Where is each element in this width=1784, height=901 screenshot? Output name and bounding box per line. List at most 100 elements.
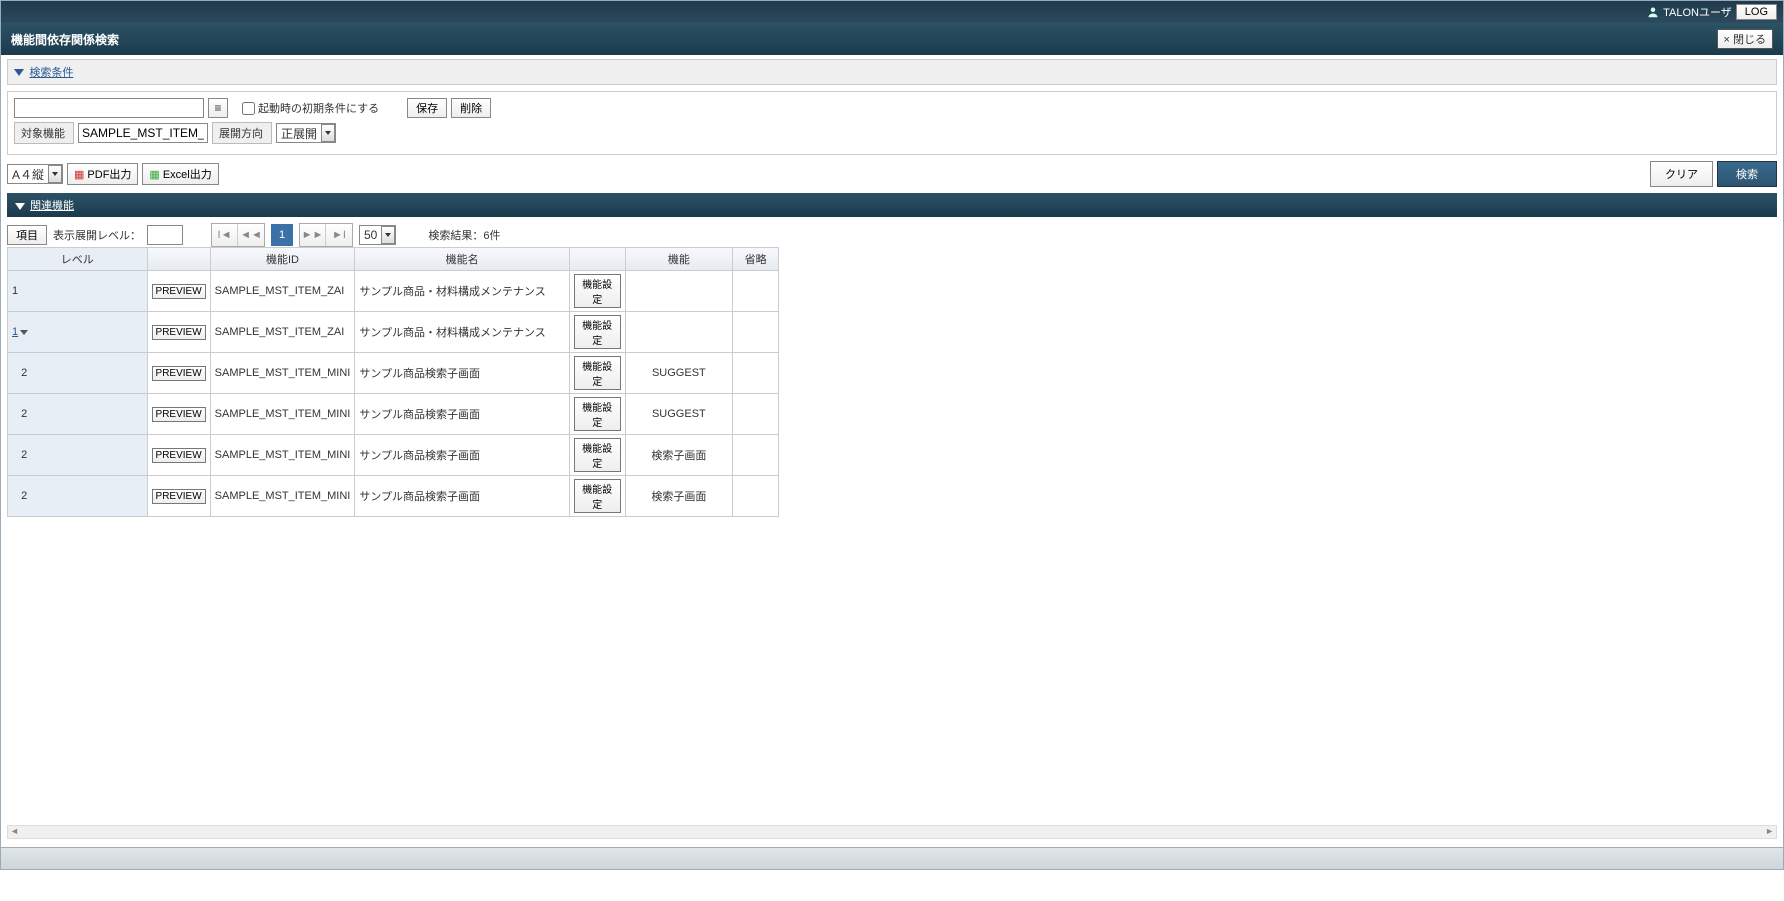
name-cell: サンプル商品検索子画面: [355, 476, 569, 517]
footer: [1, 847, 1783, 869]
preview-button[interactable]: PREVIEW: [152, 325, 206, 340]
table-row: 2 PREVIEW SAMPLE_MST_ITEM_MINIサンプル商品検索子画面機…: [8, 476, 779, 517]
startup-checkbox-label[interactable]: 起動時の初期条件にする: [242, 100, 379, 116]
abbr-cell: [733, 271, 779, 312]
level-cell: 2: [8, 435, 147, 476]
col-settings: [569, 248, 625, 271]
page-size-select[interactable]: 50: [359, 225, 396, 245]
id-cell: SAMPLE_MST_ITEM_MINI: [210, 353, 355, 394]
level-cell: 2: [8, 353, 147, 394]
paper-value: A４縦: [8, 166, 48, 183]
table-row: 1PREVIEWSAMPLE_MST_ITEM_ZAIサンプル商品・材料構成メン…: [8, 312, 779, 353]
search-section-header: 検索条件: [7, 59, 1777, 85]
log-button[interactable]: LOG: [1736, 4, 1777, 20]
settings-button[interactable]: 機能設定: [574, 274, 621, 308]
settings-button[interactable]: 機能設定: [574, 479, 621, 513]
func-cell: 検索子画面: [625, 435, 733, 476]
expand-level-input[interactable]: [147, 225, 183, 245]
name-cell: サンプル商品検索子画面: [355, 394, 569, 435]
name-cell: サンプル商品・材料構成メンテナンス: [355, 271, 569, 312]
user-icon: [1647, 6, 1659, 18]
level-cell: 2: [8, 394, 147, 435]
pager-bar: 項目 表示展開レベル： I◄ ◄◄ 1 ►► ►I 50 検索結果：6件: [7, 223, 1777, 247]
export-bar: A４縦 ▦PDF出力 ▦Excel出力 クリア 検索: [7, 161, 1777, 187]
page-number: 1: [271, 224, 293, 246]
col-func: 機能: [625, 248, 733, 271]
chevron-down-icon[interactable]: [20, 330, 28, 335]
func-cell: SUGGEST: [625, 353, 733, 394]
func-cell: [625, 312, 733, 353]
columns-button[interactable]: 項目: [7, 225, 47, 245]
preview-button[interactable]: PREVIEW: [152, 366, 206, 381]
level-cell: 2: [8, 476, 147, 517]
list-icon-button[interactable]: ≡: [208, 98, 228, 118]
direction-label: 展開方向: [212, 122, 272, 144]
func-cell: [625, 271, 733, 312]
result-count: 検索結果：6件: [428, 227, 500, 243]
page-title: 機能間依存関係検索: [11, 31, 119, 48]
startup-checkbox-text: 起動時の初期条件にする: [258, 100, 379, 116]
preview-button[interactable]: PREVIEW: [152, 407, 206, 422]
result-table-wrap: レベル 機能ID 機能名 機能 省略 1 PREVIEW SAMPLE_MST_IT…: [7, 247, 779, 517]
col-id: 機能ID: [210, 248, 355, 271]
level-expand-link[interactable]: 1: [12, 326, 18, 338]
settings-button[interactable]: 機能設定: [574, 315, 621, 349]
collapse-icon[interactable]: [14, 69, 24, 76]
abbr-cell: [733, 353, 779, 394]
settings-button[interactable]: 機能設定: [574, 397, 621, 431]
paper-select[interactable]: A４縦: [7, 164, 63, 184]
pager: I◄ ◄◄: [211, 223, 265, 247]
collapse-icon[interactable]: [15, 203, 25, 210]
chevron-down-icon[interactable]: [321, 124, 335, 142]
id-cell: SAMPLE_MST_ITEM_MINI: [210, 476, 355, 517]
id-cell: SAMPLE_MST_ITEM_ZAI: [210, 312, 355, 353]
preview-button[interactable]: PREVIEW: [152, 448, 206, 463]
table-row: 2 PREVIEW SAMPLE_MST_ITEM_MINIサンプル商品検索子画面機…: [8, 353, 779, 394]
titlebar: 機能間依存関係検索 × 閉じる: [1, 23, 1783, 55]
condition-name-input[interactable]: [14, 98, 204, 118]
excel-icon: ▦: [149, 168, 159, 181]
preview-button[interactable]: PREVIEW: [152, 489, 206, 504]
settings-button[interactable]: 機能設定: [574, 356, 621, 390]
col-preview: [147, 248, 210, 271]
id-cell: SAMPLE_MST_ITEM_ZAI: [210, 271, 355, 312]
pdf-icon: ▦: [74, 168, 84, 181]
last-page-button[interactable]: ►I: [326, 224, 352, 246]
search-button[interactable]: 検索: [1717, 161, 1777, 187]
first-page-button[interactable]: I◄: [212, 224, 238, 246]
preview-button[interactable]: PREVIEW: [152, 284, 206, 299]
target-label: 対象機能: [14, 122, 74, 144]
clear-button[interactable]: クリア: [1650, 161, 1713, 187]
excel-export-button[interactable]: ▦Excel出力: [142, 163, 218, 185]
level-cell: 1: [8, 271, 147, 312]
chevron-down-icon[interactable]: [48, 165, 62, 183]
save-button[interactable]: 保存: [407, 98, 447, 118]
name-cell: サンプル商品検索子画面: [355, 353, 569, 394]
id-cell: SAMPLE_MST_ITEM_MINI: [210, 394, 355, 435]
chevron-down-icon[interactable]: [381, 226, 395, 244]
next-page-button[interactable]: ►►: [300, 224, 326, 246]
table-row: 2PREVIEWSAMPLE_MST_ITEM_MINIサンプル商品検索子画面機…: [8, 435, 779, 476]
col-name: 機能名: [355, 248, 569, 271]
result-table: レベル 機能ID 機能名 機能 省略 1 PREVIEW SAMPLE_MST_IT…: [8, 248, 779, 517]
expand-level-label: 表示展開レベル：: [53, 227, 141, 243]
pdf-export-button[interactable]: ▦PDF出力: [67, 163, 138, 185]
direction-select[interactable]: 正展開: [276, 123, 336, 143]
result-heading[interactable]: 関連機能: [30, 200, 74, 212]
close-button[interactable]: × 閉じる: [1717, 29, 1773, 49]
settings-button[interactable]: 機能設定: [574, 438, 621, 472]
pager-next: ►► ►I: [299, 223, 353, 247]
startup-checkbox[interactable]: [242, 102, 255, 115]
prev-page-button[interactable]: ◄◄: [238, 224, 264, 246]
abbr-cell: [733, 435, 779, 476]
horizontal-scrollbar[interactable]: [7, 825, 1777, 839]
col-abbr: 省略: [733, 248, 779, 271]
col-level: レベル: [8, 248, 147, 271]
search-conditions: ≡ 起動時の初期条件にする 保存 削除 対象機能 展開方向 正展開: [7, 91, 1777, 155]
search-heading[interactable]: 検索条件: [29, 67, 73, 79]
abbr-cell: [733, 312, 779, 353]
target-input[interactable]: [78, 123, 208, 143]
delete-button[interactable]: 削除: [451, 98, 491, 118]
table-row: 2 PREVIEW SAMPLE_MST_ITEM_MINIサンプル商品検索子画面機…: [8, 394, 779, 435]
direction-value: 正展開: [277, 125, 321, 142]
